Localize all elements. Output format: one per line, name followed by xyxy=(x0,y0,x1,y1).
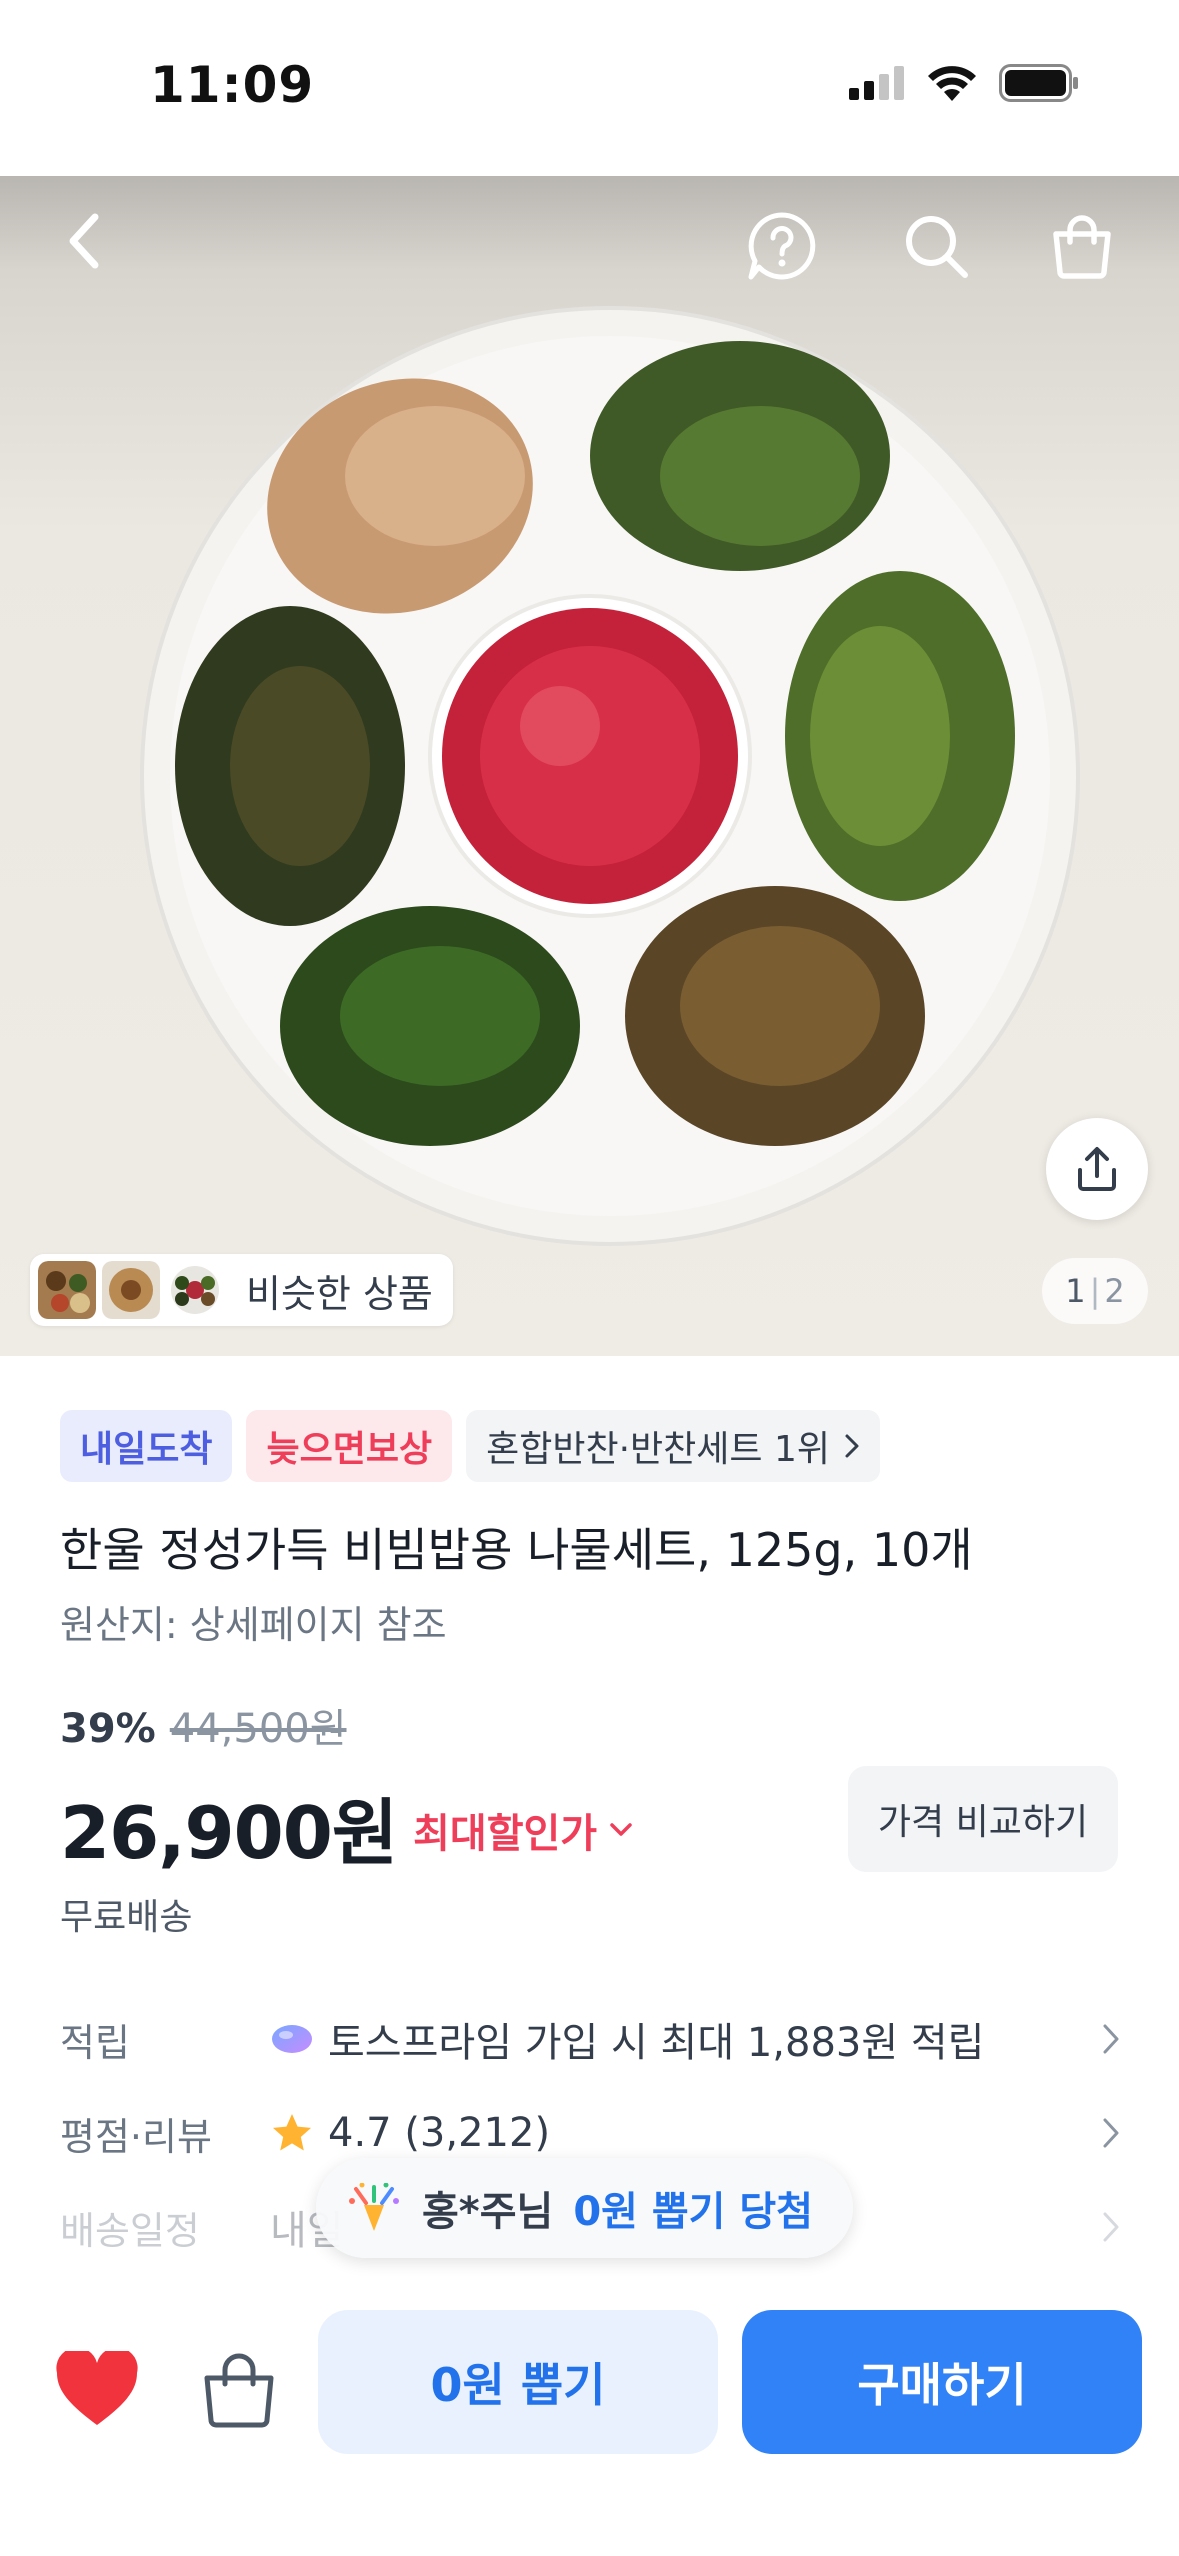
toast-winner-name: 홍*주님 xyxy=(422,2189,554,2235)
chevron-right-icon xyxy=(1103,2024,1119,2054)
chevron-down-icon xyxy=(610,1822,632,1836)
buy-button[interactable]: 구매하기 xyxy=(742,2310,1142,2454)
product-title: 한울 정성가득 비빔밥용 나물세트, 125g, 10개 xyxy=(60,1523,973,1577)
product-image-gallery[interactable]: 비슷한 상품 1 | 2 xyxy=(0,176,1179,1356)
share-icon xyxy=(1078,1147,1116,1191)
similar-product-thumbnail xyxy=(38,1261,96,1319)
chevron-left-icon xyxy=(69,213,99,269)
bottom-action-bar: 0원 뽑기 구매하기 xyxy=(0,2290,1179,2556)
winner-toast: 홍*주님 0원 뽑기 당첨 xyxy=(316,2158,854,2258)
product-photo xyxy=(140,306,1080,1246)
wifi-icon xyxy=(928,66,976,101)
zero-won-draw-button[interactable]: 0원 뽑기 xyxy=(318,2310,718,2454)
original-price: 44,500원 xyxy=(169,1706,347,1752)
similar-products-label: 비슷한 상품 xyxy=(246,1271,433,1316)
compare-price-button[interactable]: 가격 비교하기 xyxy=(848,1766,1118,1872)
points-value: 토스프라임 가입 시 최대 1,883원 적립 xyxy=(328,2020,985,2066)
star-icon xyxy=(273,2114,311,2151)
similar-product-thumbnail xyxy=(102,1261,160,1319)
question-circle-icon xyxy=(748,212,816,280)
max-discount-toggle[interactable]: 최대할인가 xyxy=(413,1801,633,1859)
status-bar: 11:09 xyxy=(0,0,1179,176)
ranking-label: 혼합반찬·반찬세트 1위 xyxy=(486,1429,830,1470)
page-current: 1 xyxy=(1065,1272,1086,1310)
search-icon xyxy=(906,216,968,278)
free-shipping-label: 무료배송 xyxy=(60,1897,193,1938)
party-popper-icon xyxy=(349,2183,399,2231)
wishlist-button[interactable] xyxy=(52,2344,142,2434)
status-icons xyxy=(849,64,1079,102)
chevron-right-icon xyxy=(1103,2118,1119,2148)
similar-products-chip[interactable]: 비슷한 상품 xyxy=(30,1254,453,1326)
image-page-indicator: 1 | 2 xyxy=(1042,1258,1148,1324)
add-to-cart-button[interactable] xyxy=(194,2344,284,2434)
toast-message: 0원 뽑기 당첨 xyxy=(573,2189,814,2235)
battery-icon xyxy=(999,64,1078,102)
shopping-bag-icon xyxy=(1053,215,1111,279)
tag-category-ranking[interactable]: 혼합반찬·반찬세트 1위 xyxy=(466,1410,880,1482)
page-separator: | xyxy=(1089,1272,1101,1310)
chevron-right-icon xyxy=(1103,2212,1119,2242)
similar-product-thumbnail xyxy=(166,1261,224,1319)
page-total: 2 xyxy=(1104,1272,1125,1310)
shopping-bag-icon xyxy=(204,2353,274,2428)
search-button[interactable] xyxy=(896,206,976,286)
points-row[interactable]: 적립 토스프라임 가입 시 최대 1,883원 적립 xyxy=(60,2004,1120,2074)
heart-icon xyxy=(56,2351,138,2425)
product-tags: 내일도착 늦으면보상 혼합반찬·반찬세트 1위 xyxy=(60,1410,880,1482)
sale-price: 26,900원 xyxy=(60,1791,398,1875)
share-button[interactable] xyxy=(1046,1118,1148,1220)
rating-label: 평점·리뷰 xyxy=(60,2114,212,2159)
tag-tomorrow-delivery: 내일도착 xyxy=(60,1410,233,1482)
rating-value: 4.7 (3,212) xyxy=(328,2110,551,2156)
delivery-label: 배송일정 xyxy=(60,2208,200,2253)
chevron-right-icon xyxy=(845,1434,859,1458)
discount-rate: 39% xyxy=(60,1706,156,1752)
status-time: 11:09 xyxy=(150,56,315,114)
discount-row: 39% 44,500원 xyxy=(60,1696,347,1754)
cart-button[interactable] xyxy=(1042,206,1122,286)
product-origin: 원산지: 상세페이지 참조 xyxy=(60,1603,447,1647)
max-discount-label: 최대할인가 xyxy=(413,1810,598,1857)
toss-prime-icon xyxy=(272,2025,312,2053)
price-row: 26,900원 최대할인가 xyxy=(60,1774,633,1879)
points-label: 적립 xyxy=(60,2020,130,2065)
help-button[interactable] xyxy=(742,206,822,286)
cellular-signal-icon xyxy=(849,66,904,100)
tag-late-compensation: 늦으면보상 xyxy=(246,1410,453,1482)
back-button[interactable] xyxy=(50,206,120,276)
